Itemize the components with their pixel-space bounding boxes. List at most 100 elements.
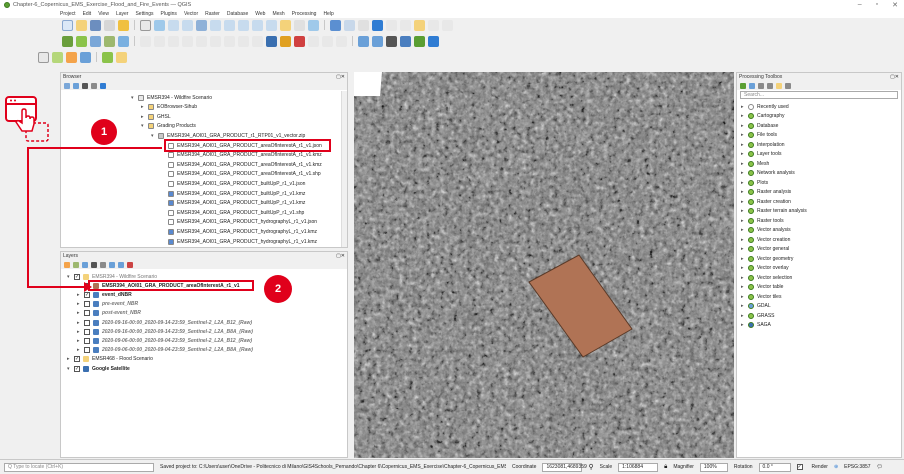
toolbox-item[interactable]: ▸ GDAL <box>741 302 771 311</box>
chevron-right-icon[interactable]: ▸ <box>77 310 81 316</box>
menu-item-settings[interactable]: Settings <box>135 11 153 17</box>
messages-icon[interactable]: 💬︎ <box>877 464 883 470</box>
menu-item-view[interactable]: View <box>98 11 109 17</box>
panel-close-icon[interactable]: ▢✕ <box>336 74 345 80</box>
magnifier-field[interactable]: 100% <box>699 462 728 472</box>
coordinate-field[interactable]: 1623081,4689359 <box>542 462 587 472</box>
chevron-right-icon[interactable]: ▸ <box>741 170 745 176</box>
panel-close-icon[interactable]: ▢✕ <box>890 74 899 80</box>
toolbox-item[interactable]: ▸ Cartography <box>741 112 785 121</box>
digitize-icon[interactable] <box>62 35 73 47</box>
chevron-right-icon[interactable]: ▸ <box>741 237 745 243</box>
edit-pencil-icon[interactable] <box>90 35 101 47</box>
browser-scrollbar[interactable] <box>341 91 347 247</box>
browser-item[interactable]: ▾ EMSR394 - Wildfire Scenario <box>131 93 212 102</box>
toolbox-item[interactable]: ▸ Network analysis <box>741 169 795 178</box>
browser-item[interactable]: EMSR394_AOI01_GRA_PRODUCT_hydrographyL_r… <box>161 218 317 227</box>
pan-icon[interactable] <box>140 19 151 31</box>
label-tool-icon[interactable] <box>266 35 277 47</box>
chevron-down-icon[interactable]: ▾ <box>151 133 155 139</box>
menu-item-layer[interactable]: Layer <box>116 11 129 17</box>
browser-item[interactable]: EMSR394_AOI01_GRA_PRODUCT_areaOfInterest… <box>161 160 322 169</box>
chevron-right-icon[interactable]: ▸ <box>741 208 745 214</box>
edit-features-in-place-icon[interactable] <box>776 82 782 89</box>
chevron-right-icon[interactable]: ▸ <box>141 114 145 120</box>
highlight-label-icon[interactable] <box>294 35 305 47</box>
layer-item[interactable]: ▸ ✓ EMSR468 - Flood Scenario <box>67 355 153 364</box>
chevron-down-icon[interactable]: ▾ <box>67 366 71 372</box>
move-feature-icon[interactable] <box>168 35 179 47</box>
attribute-table-icon[interactable] <box>344 19 355 31</box>
toolbox-item[interactable]: ▸ File tools <box>741 131 777 140</box>
chevron-right-icon[interactable]: ▸ <box>741 151 745 157</box>
scale-field[interactable]: 1:106884 <box>618 462 659 472</box>
browser-item[interactable]: EMSR394_AOI01_GRA_PRODUCT_areaOfInterest… <box>161 170 321 179</box>
zoom-next-icon[interactable] <box>266 19 277 31</box>
browser-item[interactable]: ▸ EOBrowser-Sihub <box>141 103 197 112</box>
menu-item-mesh[interactable]: Mesh <box>272 11 284 17</box>
identify-icon[interactable] <box>330 19 341 31</box>
map-canvas[interactable] <box>354 72 734 458</box>
menu-item-project[interactable]: Project <box>60 11 76 17</box>
zoom-out-icon[interactable] <box>182 19 193 31</box>
add-delimited-icon[interactable] <box>66 51 77 63</box>
save-project-icon[interactable] <box>90 19 101 31</box>
toolbox-item[interactable]: ▸ Database <box>741 121 778 130</box>
toolbox-item[interactable]: ▸ Interpolation <box>741 140 785 149</box>
layer-item[interactable]: ▾ ✓ Google Satellite <box>67 364 130 373</box>
chevron-right-icon[interactable]: ▸ <box>741 180 745 186</box>
copy-icon[interactable] <box>210 35 221 47</box>
toolbox-item[interactable]: ▸ Raster creation <box>741 197 791 206</box>
chevron-right-icon[interactable]: ▸ <box>77 329 81 335</box>
locator-search-input[interactable]: Q Type to locate (Ctrl+K) <box>4 462 154 472</box>
toolbox-item[interactable]: ▸ Vector overlay <box>741 264 789 273</box>
rotate-label-icon[interactable] <box>308 35 319 47</box>
render-checkbox[interactable]: ✓ <box>796 464 803 470</box>
delete-feature-icon[interactable] <box>182 35 193 47</box>
temporal-icon[interactable] <box>294 19 305 31</box>
move-label-icon[interactable] <box>322 35 333 47</box>
browser-item[interactable]: EMSR394_AOI01_GRA_PRODUCT_builtUpP_r1_v1… <box>161 189 305 198</box>
add-layer-icon[interactable] <box>76 35 87 47</box>
print-layout-icon[interactable] <box>104 19 115 31</box>
chevron-right-icon[interactable]: ▸ <box>741 123 745 129</box>
enable-properties-icon[interactable] <box>100 82 106 89</box>
chevron-right-icon[interactable]: ▸ <box>741 199 745 205</box>
annotation-icon[interactable] <box>414 19 425 31</box>
crs-button[interactable]: EPSG:3857 <box>844 464 870 470</box>
plugin-green-icon[interactable] <box>414 35 425 47</box>
statistics-icon[interactable] <box>386 19 397 31</box>
add-feature-icon[interactable] <box>140 35 151 47</box>
scripts-icon[interactable] <box>749 82 755 89</box>
browser-item[interactable]: EMSR394_AOI01_GRA_PRODUCT_hydrographyL_r… <box>161 227 317 236</box>
chevron-right-icon[interactable]: ▸ <box>741 322 745 328</box>
layer-visibility-checkbox[interactable] <box>84 310 90 317</box>
chevron-right-icon[interactable]: ▸ <box>741 275 745 281</box>
panel-close-icon[interactable]: ▢✕ <box>336 253 345 259</box>
toolbox-item[interactable]: ▸ GRASS <box>741 311 775 320</box>
close-icon[interactable]: ✕ <box>892 1 898 9</box>
toolbox-item[interactable]: ▸ Vector tiles <box>741 292 781 301</box>
paste-icon[interactable] <box>224 35 235 47</box>
menu-item-web[interactable]: Web <box>255 11 265 17</box>
vertex-tool-icon[interactable] <box>154 35 165 47</box>
browser-item[interactable]: EMSR394_AOI01_GRA_PRODUCT_hydrographyL_r… <box>161 237 317 246</box>
layer-item[interactable]: ▸ pre-event_NBR <box>77 300 138 309</box>
models-icon[interactable] <box>740 82 746 89</box>
menu-item-edit[interactable]: Edit <box>83 11 92 17</box>
chevron-right-icon[interactable]: ▸ <box>741 189 745 195</box>
new-project-icon[interactable] <box>62 19 73 31</box>
edit-geometry-icon[interactable] <box>104 35 115 47</box>
chevron-right-icon[interactable]: ▸ <box>67 356 71 362</box>
layer-visibility-checkbox[interactable] <box>84 347 90 354</box>
add-wms-icon[interactable] <box>80 51 91 63</box>
chevron-right-icon[interactable]: ▸ <box>741 284 745 290</box>
layer-item[interactable]: ▸ post-event_NBR <box>77 309 141 318</box>
zoom-full-icon[interactable] <box>196 19 207 31</box>
refresh-icon[interactable] <box>73 82 79 89</box>
layer-item[interactable]: ▸ 2020-09-06-00:00_2020-09-04-23:59_Senti… <box>77 336 252 345</box>
menu-item-database[interactable]: Database <box>227 11 248 17</box>
zoom-in-icon[interactable] <box>168 19 179 31</box>
menu-item-plugins[interactable]: Plugins <box>161 11 177 17</box>
toolbox-item[interactable]: ▸ Vector creation <box>741 235 790 244</box>
